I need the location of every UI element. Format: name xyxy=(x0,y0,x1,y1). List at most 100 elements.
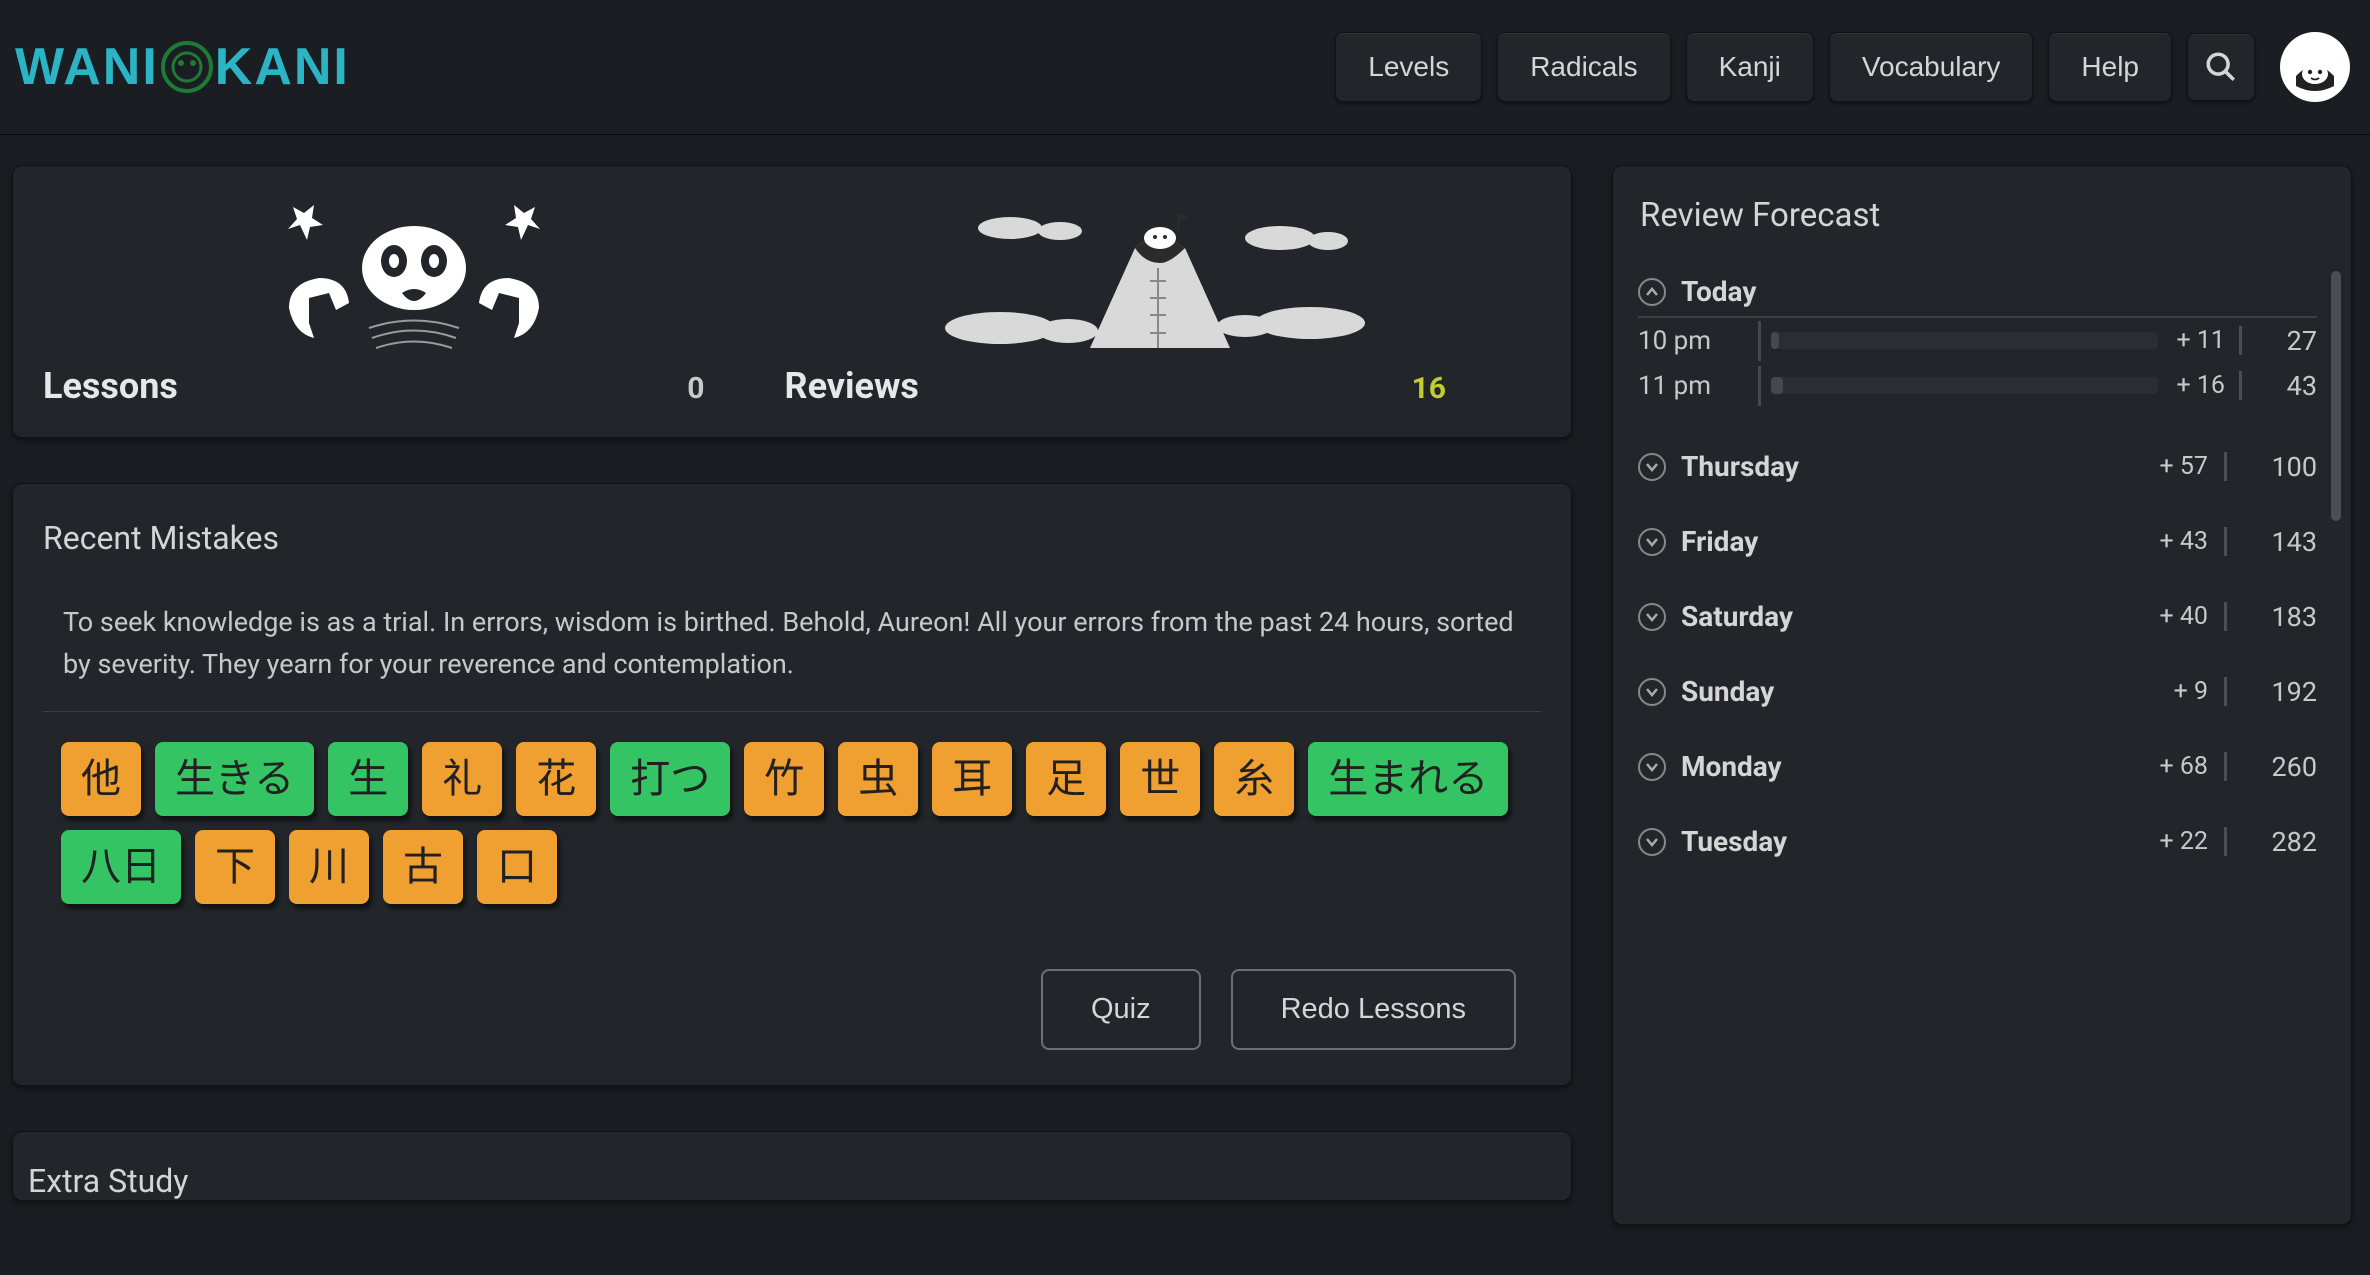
forecast-body: Today 10 pm + 11 27 11 pm + 16 43 Thursd… xyxy=(1638,275,2337,1205)
redo-lessons-button[interactable]: Redo Lessons xyxy=(1231,969,1516,1050)
forecast-hour-bar xyxy=(1771,332,2158,349)
forecast-day-total: 143 xyxy=(2242,526,2317,558)
forecast-day-plus: + 43 xyxy=(2160,527,2228,556)
forecast-hour-plus: + 16 xyxy=(2172,371,2242,400)
recent-mistakes-title: Recent Mistakes xyxy=(43,519,1541,557)
reviews-label: Reviews xyxy=(785,365,919,407)
chevron-down-icon[interactable] xyxy=(1638,453,1666,481)
forecast-day-header[interactable]: Friday + 43 143 xyxy=(1638,525,2317,558)
reviews-count: 16 xyxy=(1412,371,1446,406)
forecast-day: Saturday+ 40 183 xyxy=(1638,600,2317,633)
mistake-tile[interactable]: 口 xyxy=(477,830,557,904)
extra-study-title: Extra Study xyxy=(28,1162,1541,1200)
search-icon xyxy=(2204,50,2238,84)
mistake-tile[interactable]: 他 xyxy=(61,742,141,816)
forecast-day-plus: + 22 xyxy=(2160,827,2228,856)
forecast-hour-plus: + 11 xyxy=(2172,326,2242,355)
mistake-tile[interactable]: 耳 xyxy=(932,742,1012,816)
forecast-day: Today 10 pm + 11 27 11 pm + 16 43 xyxy=(1638,275,2317,408)
forecast-day: Sunday + 9 192 xyxy=(1638,675,2317,708)
logo-text-left: WANI xyxy=(15,37,159,97)
forecast-day-name: Saturday xyxy=(1681,600,2145,633)
logo-crab-icon xyxy=(159,39,215,95)
divider xyxy=(1758,321,1761,361)
forecast-day-header[interactable]: Tuesday+ 22 282 xyxy=(1638,825,2317,858)
nav-help[interactable]: Help xyxy=(2048,32,2172,102)
forecast-day-total: 192 xyxy=(2242,676,2317,708)
nav-vocabulary[interactable]: Vocabulary xyxy=(1829,32,2034,102)
mistake-tile[interactable]: 世 xyxy=(1120,742,1200,816)
review-forecast-title: Review Forecast xyxy=(1638,196,2337,235)
forecast-day-total: 260 xyxy=(2242,751,2317,783)
nav-levels[interactable]: Levels xyxy=(1335,32,1482,102)
mistake-tile[interactable]: 足 xyxy=(1026,742,1106,816)
lessons-illustration xyxy=(43,190,785,365)
forecast-day-plus: + 57 xyxy=(2160,452,2228,481)
forecast-day-name: Monday xyxy=(1681,750,2145,783)
mistake-tile[interactable]: 糸 xyxy=(1214,742,1294,816)
chevron-up-icon[interactable] xyxy=(1638,278,1666,306)
forecast-day-header[interactable]: Monday + 68 260 xyxy=(1638,750,2317,783)
reviews-illustration xyxy=(785,190,1527,365)
chevron-down-icon[interactable] xyxy=(1638,678,1666,706)
forecast-day-header[interactable]: Today xyxy=(1638,275,2317,318)
mistake-tile[interactable]: 川 xyxy=(289,830,369,904)
mistake-tile[interactable]: 礼 xyxy=(422,742,502,816)
recent-mistakes-description: To seek knowledge is as a trial. In erro… xyxy=(43,602,1541,712)
nav-kanji[interactable]: Kanji xyxy=(1686,32,1814,102)
forecast-day-total: 100 xyxy=(2242,451,2317,483)
forecast-day-header[interactable]: Sunday + 9 192 xyxy=(1638,675,2317,708)
mistake-tile[interactable]: 竹 xyxy=(744,742,824,816)
divider xyxy=(1758,366,1761,406)
forecast-day: Thursday + 57 100 xyxy=(1638,450,2317,483)
forecast-day-name: Tuesday xyxy=(1681,825,2145,858)
mistake-tile[interactable]: 下 xyxy=(195,830,275,904)
forecast-day-name: Sunday xyxy=(1681,675,2159,708)
search-button[interactable] xyxy=(2187,33,2255,101)
forecast-hour-bar xyxy=(1771,377,2158,394)
reviews-section[interactable]: Reviews 16 xyxy=(785,190,1527,407)
forecast-day-plus: + 68 xyxy=(2160,752,2228,781)
nav-radicals[interactable]: Radicals xyxy=(1497,32,1670,102)
forecast-scrollbar[interactable] xyxy=(2331,271,2341,521)
mistake-tile[interactable]: 花 xyxy=(516,742,596,816)
mistake-tile[interactable]: 生きる xyxy=(155,742,314,816)
logo[interactable]: WANI KANI xyxy=(15,37,350,97)
forecast-day: Tuesday+ 22 282 xyxy=(1638,825,2317,858)
forecast-hour-total: 27 xyxy=(2242,325,2317,357)
recent-mistakes-card: Recent Mistakes To seek knowledge is as … xyxy=(12,483,1572,1086)
mistake-tile[interactable]: 生まれる xyxy=(1308,742,1508,816)
forecast-hour-time: 11 pm xyxy=(1638,371,1758,401)
lessons-section[interactable]: Lessons 0 xyxy=(43,190,785,407)
forecast-day-header[interactable]: Saturday+ 40 183 xyxy=(1638,600,2317,633)
quiz-button[interactable]: Quiz xyxy=(1041,969,1201,1050)
forecast-day-header[interactable]: Thursday + 57 100 xyxy=(1638,450,2317,483)
nav-links: Levels Radicals Kanji Vocabulary Help xyxy=(1335,32,2350,102)
forecast-day-total: 183 xyxy=(2242,601,2317,633)
forecast-day-name: Thursday xyxy=(1681,450,2145,483)
forecast-day-plus: + 9 xyxy=(2174,677,2227,706)
mistake-tile[interactable]: 八日 xyxy=(61,830,181,904)
chevron-down-icon[interactable] xyxy=(1638,528,1666,556)
lessons-label: Lessons xyxy=(43,365,178,407)
lessons-reviews-card: Lessons 0 xyxy=(12,165,1572,438)
avatar-icon xyxy=(2286,38,2344,96)
mistake-tile[interactable]: 打つ xyxy=(610,742,730,816)
mistake-tile[interactable]: 生 xyxy=(328,742,408,816)
forecast-hour-row: 11 pm + 16 43 xyxy=(1638,363,2317,408)
review-forecast-card: Review Forecast Today 10 pm + 11 27 11 p… xyxy=(1612,165,2352,1225)
top-nav: WANI KANI Levels Radicals Kanji Vocabula… xyxy=(0,0,2370,135)
mistake-tiles: 他生きる生礼花打つ竹虫耳足世糸生まれる八日下川古口 xyxy=(43,742,1541,904)
forecast-day-name: Today xyxy=(1681,275,2317,308)
forecast-day-name: Friday xyxy=(1681,525,2145,558)
mistake-tile[interactable]: 虫 xyxy=(838,742,918,816)
chevron-down-icon[interactable] xyxy=(1638,753,1666,781)
forecast-hour-bar-fill xyxy=(1771,332,1779,349)
extra-study-card: Extra Study xyxy=(12,1131,1572,1201)
chevron-down-icon[interactable] xyxy=(1638,828,1666,856)
user-avatar[interactable] xyxy=(2280,32,2350,102)
mistake-tile[interactable]: 古 xyxy=(383,830,463,904)
lessons-count: 0 xyxy=(687,371,704,406)
chevron-down-icon[interactable] xyxy=(1638,603,1666,631)
forecast-day: Friday + 43 143 xyxy=(1638,525,2317,558)
